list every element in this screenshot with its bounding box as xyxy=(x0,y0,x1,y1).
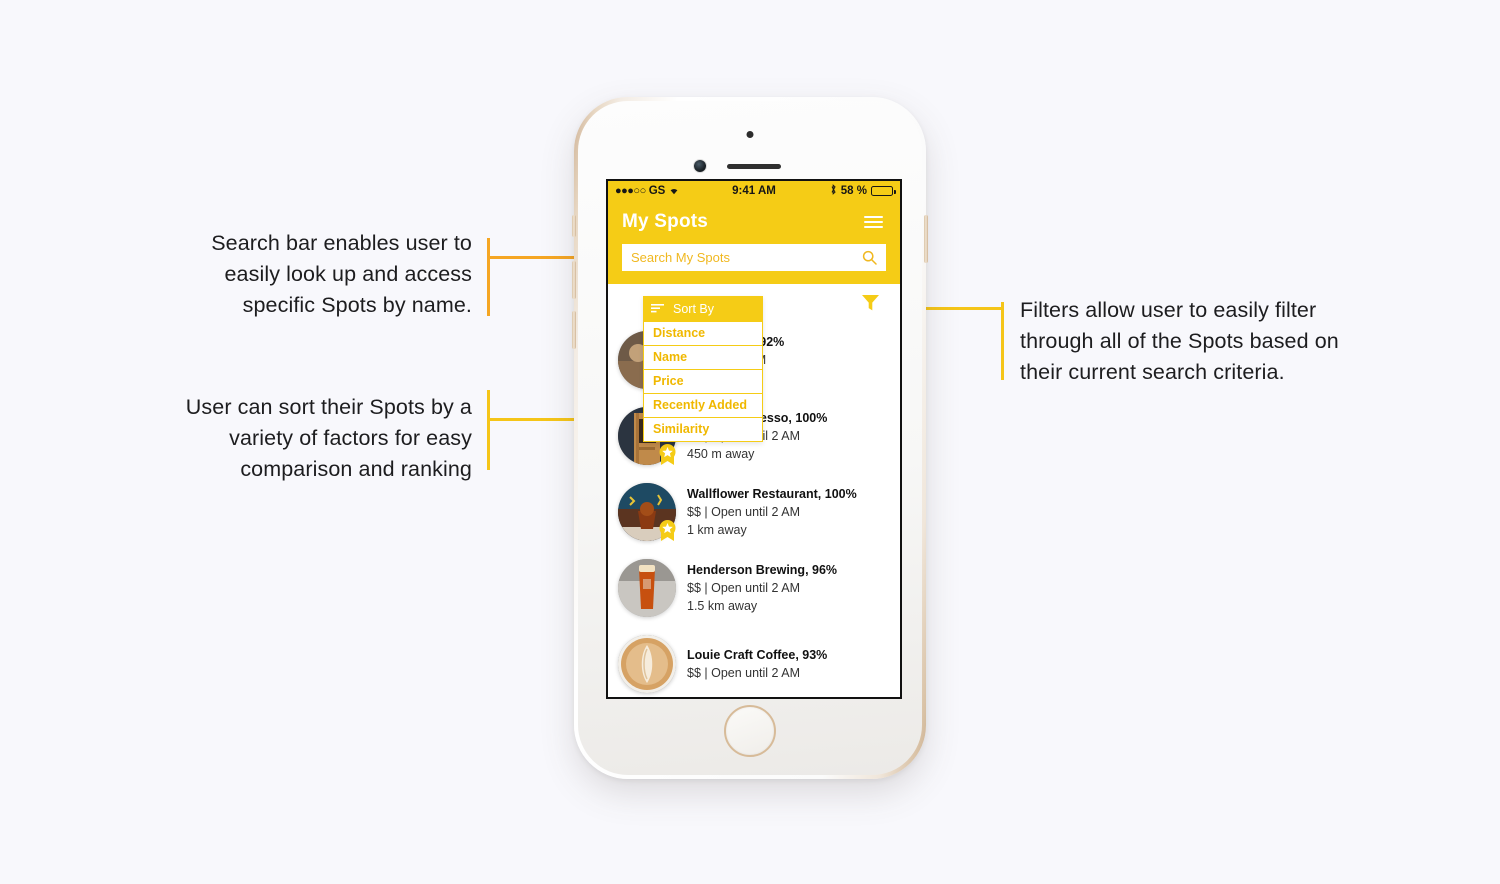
annotation-connector-filter-vertical xyxy=(1001,302,1004,380)
status-bar: ●●●○○ GS 9:41 AM 58 % xyxy=(608,181,900,201)
spot-name: Henderson Brewing, 96% xyxy=(687,562,838,577)
spot-distance: 1.5 km away xyxy=(687,599,758,614)
power-button[interactable] xyxy=(924,215,928,263)
sort-lines-icon xyxy=(651,302,664,316)
spot-hours: $$ | Open until 2 AM xyxy=(687,666,801,680)
annotation-connector-sort-vertical xyxy=(487,390,490,470)
app-header: My Spots xyxy=(608,201,900,284)
sort-option-similarity[interactable]: Similarity xyxy=(643,418,763,442)
spot-hours: $$ | Open until 2 AM xyxy=(687,580,801,595)
iphone-body: ●●●○○ GS 9:41 AM 58 % My Spots Search My… xyxy=(578,101,922,775)
search-input[interactable] xyxy=(631,250,862,265)
spot-thumbnail xyxy=(618,559,676,617)
filter-funnel-icon[interactable] xyxy=(861,293,880,318)
page-title: My Spots xyxy=(622,211,709,232)
status-bar-right: 58 % xyxy=(830,184,896,198)
sort-by-label: Sort By xyxy=(673,302,714,316)
hamburger-menu-icon[interactable] xyxy=(861,213,886,231)
sort-option-distance[interactable]: Distance xyxy=(643,322,763,346)
bluetooth-icon xyxy=(830,184,837,198)
avatar xyxy=(618,635,676,693)
search-icon[interactable] xyxy=(862,250,877,265)
star-ribbon-badge xyxy=(657,440,678,466)
spots-list-area: Restaurant, 92% en until 12 AM away xyxy=(608,284,900,697)
front-sensor-icon xyxy=(746,131,754,138)
volume-down-button[interactable] xyxy=(572,311,576,349)
avatar xyxy=(618,483,676,541)
avatar xyxy=(618,559,676,617)
spot-distance: 1 km away xyxy=(687,523,747,538)
spot-info: Henderson Brewing, 96% $$ | Open until 2… xyxy=(687,561,888,615)
spot-hours: $$ | Open until 2 AM xyxy=(687,504,801,519)
front-camera-icon xyxy=(694,160,706,172)
home-button[interactable] xyxy=(724,705,776,757)
annotation-filters: Filters allow user to easily filter thro… xyxy=(1020,298,1339,384)
sort-option-price[interactable]: Price xyxy=(643,370,763,394)
silent-switch[interactable] xyxy=(572,215,576,237)
table-row[interactable]: Wallflower Restaurant, 100% $$ | Open un… xyxy=(608,474,900,550)
app-header-row: My Spots xyxy=(622,211,886,233)
annotation-search-bar: Search bar enables user to easily look u… xyxy=(211,231,472,317)
spot-name: Wallflower Restaurant, 100% xyxy=(687,486,857,501)
table-row[interactable]: Louie Craft Coffee, 93% $$ | Open until … xyxy=(608,626,900,697)
spot-thumbnail xyxy=(618,635,676,693)
volume-up-button[interactable] xyxy=(572,261,576,299)
earpiece-speaker xyxy=(727,164,781,169)
star-ribbon-badge xyxy=(657,516,678,542)
spot-distance: 450 m away xyxy=(687,447,755,462)
sort-by-header[interactable]: Sort By xyxy=(643,296,763,322)
spot-info: Wallflower Restaurant, 100% $$ | Open un… xyxy=(687,485,888,539)
iphone-device-frame: ●●●○○ GS 9:41 AM 58 % My Spots Search My… xyxy=(572,97,928,779)
annotation-connector-search-vertical xyxy=(487,238,490,316)
sort-option-name[interactable]: Name xyxy=(643,346,763,370)
spot-name: Louie Craft Coffee, 93% xyxy=(687,647,828,662)
search-bar[interactable] xyxy=(622,244,886,271)
table-row[interactable]: Henderson Brewing, 96% $$ | Open until 2… xyxy=(608,550,900,626)
battery-icon xyxy=(871,186,896,196)
sort-option-recently-added[interactable]: Recently Added xyxy=(643,394,763,418)
sort-by-dropdown[interactable]: Sort By Distance Name Price Recently Add… xyxy=(643,296,763,442)
spot-info: Louie Craft Coffee, 93% $$ | Open until … xyxy=(687,646,888,682)
annotation-sort: User can sort their Spots by a variety o… xyxy=(185,395,472,481)
screenshot-stage: Search bar enables user to easily look u… xyxy=(0,0,1500,884)
phone-screen: ●●●○○ GS 9:41 AM 58 % My Spots Search My… xyxy=(606,179,902,699)
battery-percent-label: 58 % xyxy=(840,185,867,197)
